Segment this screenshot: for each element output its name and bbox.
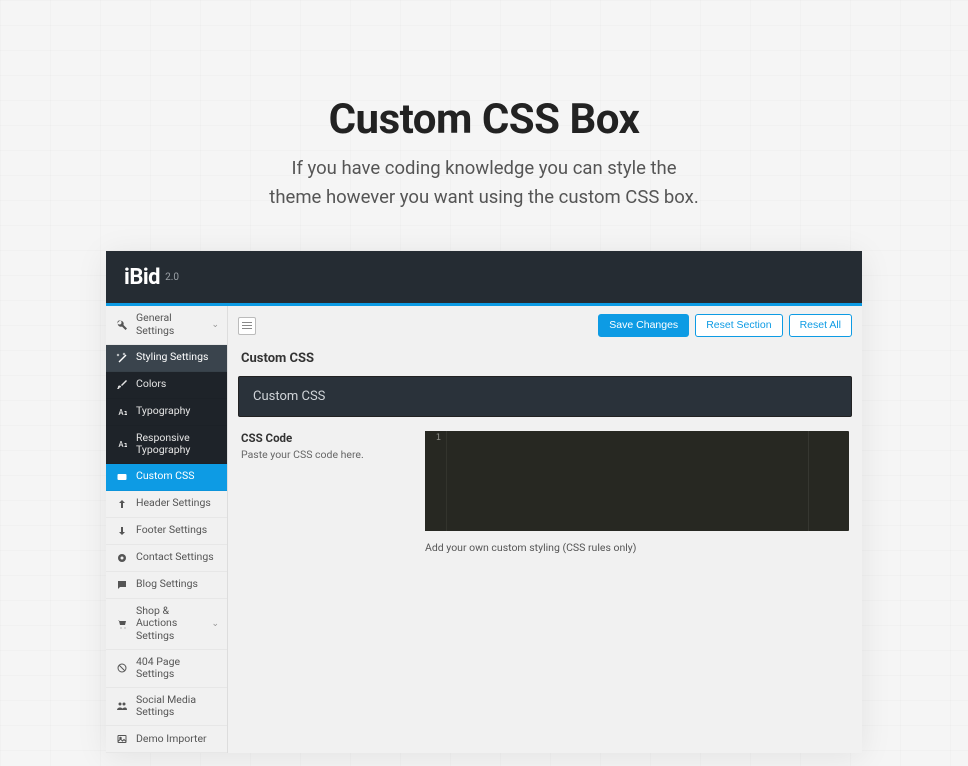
sidebar: General Settings ⌄ Styling Settings Colo… — [106, 306, 228, 753]
sidebar-item-general-settings[interactable]: General Settings ⌄ — [106, 306, 227, 344]
sidebar-item-responsive-typography[interactable]: Responsive Typography — [106, 426, 227, 464]
sidebar-item-label: Typography — [136, 405, 219, 418]
field-meta: CSS Code Paste your CSS code here. — [241, 431, 411, 461]
toolbar: Save Changes Reset Section Reset All — [228, 306, 862, 345]
users-icon — [114, 699, 130, 713]
main-content: Save Changes Reset Section Reset All Cus… — [228, 306, 862, 753]
page-heading: Custom CSS — [241, 351, 849, 366]
sidebar-item-contact-settings[interactable]: Contact Settings — [106, 545, 227, 572]
sidebar-item-label: Social Media Settings — [136, 694, 219, 719]
css-code-editor[interactable]: 1 — [425, 431, 849, 531]
sidebar-item-custom-css[interactable]: Custom CSS — [106, 464, 227, 491]
block-title: Custom CSS — [238, 376, 852, 417]
arrow-up-icon — [114, 497, 130, 511]
sidebar-item-label: Styling Settings — [136, 351, 219, 364]
sidebar-item-social-media-settings[interactable]: Social Media Settings — [106, 688, 227, 726]
brand-name: iBid — [124, 265, 160, 290]
hero: Custom CSS Box If you have coding knowle… — [0, 0, 968, 211]
sidebar-item-footer-settings[interactable]: Footer Settings — [106, 518, 227, 545]
location-icon — [114, 551, 130, 565]
brand-version: 2.0 — [165, 272, 179, 283]
sidebar-item-blog-settings[interactable]: Blog Settings — [106, 572, 227, 599]
sidebar-item-typography[interactable]: Typography — [106, 399, 227, 426]
font-icon — [114, 405, 130, 419]
chevron-down-icon: ⌄ — [211, 619, 219, 629]
sidebar-item-label: Contact Settings — [136, 551, 219, 564]
code-help: Add your own custom styling (CSS rules o… — [425, 541, 849, 554]
sidebar-item-label: General Settings — [136, 312, 211, 337]
wrench-icon — [114, 318, 130, 332]
sidebar-item-label: Colors — [136, 378, 219, 391]
arrow-down-icon — [114, 524, 130, 538]
field-label: CSS Code — [241, 431, 411, 445]
hero-subtitle: If you have coding knowledge you can sty… — [0, 154, 968, 211]
field-desc: Paste your CSS code here. — [241, 448, 411, 461]
chevron-down-icon: ⌄ — [211, 320, 219, 330]
sidebar-item-404-page-settings[interactable]: 404 Page Settings — [106, 650, 227, 688]
panel-body: General Settings ⌄ Styling Settings Colo… — [106, 306, 862, 753]
field-row-css: CSS Code Paste your CSS code here. 1 Add… — [241, 431, 849, 554]
content: Custom CSS Custom CSS CSS Code Paste you… — [228, 351, 862, 574]
font-icon — [114, 437, 130, 451]
panel-header: iBid 2.0 — [106, 251, 862, 306]
collapse-sidebar-button[interactable] — [238, 317, 256, 335]
save-button[interactable]: Save Changes — [598, 314, 689, 337]
sidebar-item-shop-auctions-settings[interactable]: Shop & Auctions Settings ⌄ — [106, 599, 227, 650]
sidebar-item-label: Demo Importer — [136, 733, 219, 746]
css-icon — [114, 470, 130, 484]
code-area: 1 Add your own custom styling (CSS rules… — [425, 431, 849, 554]
admin-panel: iBid 2.0 General Settings ⌄ Styling Sett… — [106, 251, 862, 753]
comment-icon — [114, 578, 130, 592]
sidebar-item-label: Shop & Auctions Settings — [136, 605, 211, 643]
sidebar-item-label: Custom CSS — [136, 470, 219, 483]
sidebar-item-label: Blog Settings — [136, 578, 219, 591]
cart-icon — [114, 617, 130, 631]
hero-title: Custom CSS Box — [0, 95, 968, 144]
sidebar-item-demo-importer[interactable]: Demo Importer — [106, 726, 227, 753]
sidebar-item-label: Footer Settings — [136, 524, 219, 537]
sidebar-item-styling-settings[interactable]: Styling Settings — [106, 345, 227, 372]
sidebar-item-colors[interactable]: Colors — [106, 372, 227, 399]
sidebar-item-header-settings[interactable]: Header Settings — [106, 491, 227, 518]
reset-section-button[interactable]: Reset Section — [695, 314, 782, 337]
sidebar-item-label: Responsive Typography — [136, 432, 219, 457]
reset-all-button[interactable]: Reset All — [789, 314, 852, 337]
sidebar-item-label: 404 Page Settings — [136, 656, 219, 681]
editor-gutter: 1 — [425, 431, 447, 531]
ban-icon — [114, 661, 130, 675]
brush-icon — [114, 378, 130, 392]
wand-icon — [114, 351, 130, 365]
image-icon — [114, 732, 130, 746]
sidebar-item-label: Header Settings — [136, 497, 219, 510]
